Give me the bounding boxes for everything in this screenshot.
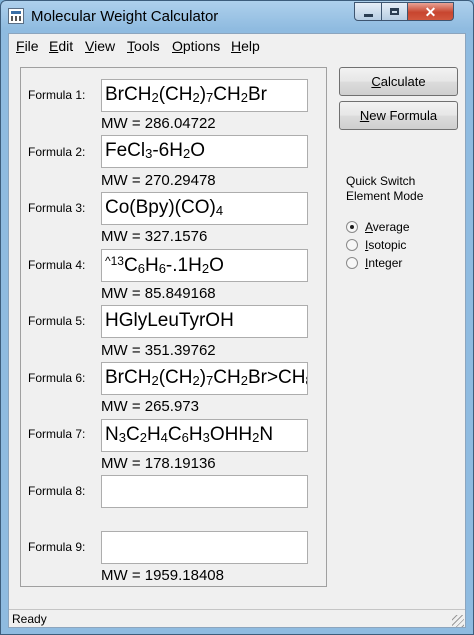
calculate-mnemonic: C bbox=[371, 74, 381, 89]
formula-4-input[interactable]: ^13C6H6-.1H2O bbox=[101, 249, 308, 282]
resize-grip-icon[interactable] bbox=[452, 615, 464, 627]
menu-file-mnemonic: F bbox=[16, 38, 25, 54]
radio-isotopic-text: sotopic bbox=[368, 238, 407, 252]
close-icon: ✕ bbox=[424, 3, 437, 20]
formula-2-mw: MW = 270.29478 bbox=[101, 172, 216, 189]
radio-unselected-icon bbox=[346, 257, 358, 269]
formula-7-input[interactable]: N3C2H4C6H3OHH2N bbox=[101, 419, 308, 452]
minimize-icon bbox=[363, 13, 373, 17]
radio-integer-text: nteger bbox=[368, 256, 403, 270]
formula-7-label: Formula 7: bbox=[28, 427, 86, 441]
maximize-icon bbox=[390, 8, 399, 15]
menu-options[interactable]: Options bbox=[172, 38, 220, 54]
radio-average-text: verage bbox=[372, 220, 410, 234]
menu-tools-mnemonic: T bbox=[127, 38, 134, 54]
maximize-button[interactable] bbox=[381, 2, 408, 21]
new-formula-label: ew Formula bbox=[369, 108, 438, 123]
radio-integer-label: Integer bbox=[365, 256, 402, 270]
calculate-button[interactable]: Calculate bbox=[339, 67, 458, 96]
menu-view-mnemonic: V bbox=[85, 38, 95, 54]
status-text: Ready bbox=[12, 612, 47, 626]
close-button[interactable]: ✕ bbox=[407, 2, 454, 21]
radio-average-mnemonic: A bbox=[365, 220, 373, 234]
radio-isotopic-label: Isotopic bbox=[365, 238, 406, 252]
calculator-app-icon[interactable] bbox=[8, 8, 24, 24]
formula-4-label: Formula 4: bbox=[28, 258, 86, 272]
menu-edit-label: dit bbox=[58, 38, 74, 54]
menu-help[interactable]: Help bbox=[231, 38, 260, 54]
formula-3-label: Formula 3: bbox=[28, 201, 86, 215]
title-bar[interactable]: Molecular Weight Calculator ✕ bbox=[1, 1, 473, 33]
formula-1-mw: MW = 286.04722 bbox=[101, 115, 216, 132]
formula-9-mw: MW = 1959.18408 bbox=[101, 567, 224, 584]
formula-2-label: Formula 2: bbox=[28, 145, 86, 159]
formula-3-mw: MW = 327.1576 bbox=[101, 228, 208, 245]
radio-average-label: Average bbox=[365, 220, 410, 234]
menu-bar: File Edit View Tools Options Help bbox=[9, 36, 465, 56]
app-window: Molecular Weight Calculator ✕ File Edit … bbox=[0, 0, 474, 635]
formula-1-label: Formula 1: bbox=[28, 88, 86, 102]
quick-switch-title: Quick Switch bbox=[346, 174, 416, 188]
menu-edit[interactable]: Edit bbox=[49, 38, 73, 54]
formula-9-input[interactable] bbox=[101, 531, 308, 564]
menu-help-label: elp bbox=[241, 38, 260, 54]
formula-3-input[interactable]: Co(Bpy)(CO)4 bbox=[101, 192, 308, 225]
menu-options-label: ptions bbox=[182, 38, 221, 54]
radio-unselected-icon bbox=[346, 239, 358, 251]
menu-file[interactable]: File bbox=[16, 38, 39, 54]
menu-options-mnemonic: O bbox=[172, 38, 183, 54]
formula-6-mw: MW = 265.973 bbox=[101, 398, 199, 415]
formula-2-input[interactable]: FeCl3-6H2O bbox=[101, 135, 308, 168]
formula-8-input[interactable] bbox=[101, 475, 308, 508]
menu-view[interactable]: View bbox=[85, 38, 115, 54]
formula-6-label: Formula 6: bbox=[28, 371, 86, 385]
menu-edit-mnemonic: E bbox=[49, 38, 59, 54]
formula-5-mw: MW = 351.39762 bbox=[101, 342, 216, 359]
formula-8-label: Formula 8: bbox=[28, 484, 86, 498]
status-bar: Ready bbox=[9, 609, 465, 628]
formula-7-mw: MW = 178.19136 bbox=[101, 455, 216, 472]
element-mode-title: Element Mode bbox=[346, 189, 424, 203]
formula-5-label: Formula 5: bbox=[28, 314, 86, 328]
menu-tools-label: ools bbox=[134, 38, 160, 54]
minimize-button[interactable] bbox=[354, 2, 382, 21]
menu-help-mnemonic: H bbox=[231, 38, 242, 54]
menu-file-label: ile bbox=[24, 38, 39, 54]
calculate-label: alculate bbox=[380, 74, 426, 89]
formula-4-mw: MW = 85.849168 bbox=[101, 285, 216, 302]
formula-1-input[interactable]: BrCH2(CH2)7CH2Br bbox=[101, 79, 308, 112]
formula-9-label: Formula 9: bbox=[28, 540, 86, 554]
new-formula-button[interactable]: New Formula bbox=[339, 101, 458, 130]
client-area: File Edit View Tools Options Help Formul… bbox=[8, 33, 466, 628]
formula-6-input[interactable]: BrCH2(CH2)7CH2Br>CH8 bbox=[101, 362, 308, 395]
menu-view-label: iew bbox=[94, 38, 116, 54]
formula-5-input[interactable]: HGlyLeuTyrOH bbox=[101, 305, 308, 338]
new-formula-mnemonic: N bbox=[359, 108, 370, 123]
menu-tools[interactable]: Tools bbox=[127, 38, 160, 54]
radio-selected-icon bbox=[346, 221, 358, 233]
window-title: Molecular Weight Calculator bbox=[31, 8, 219, 25]
